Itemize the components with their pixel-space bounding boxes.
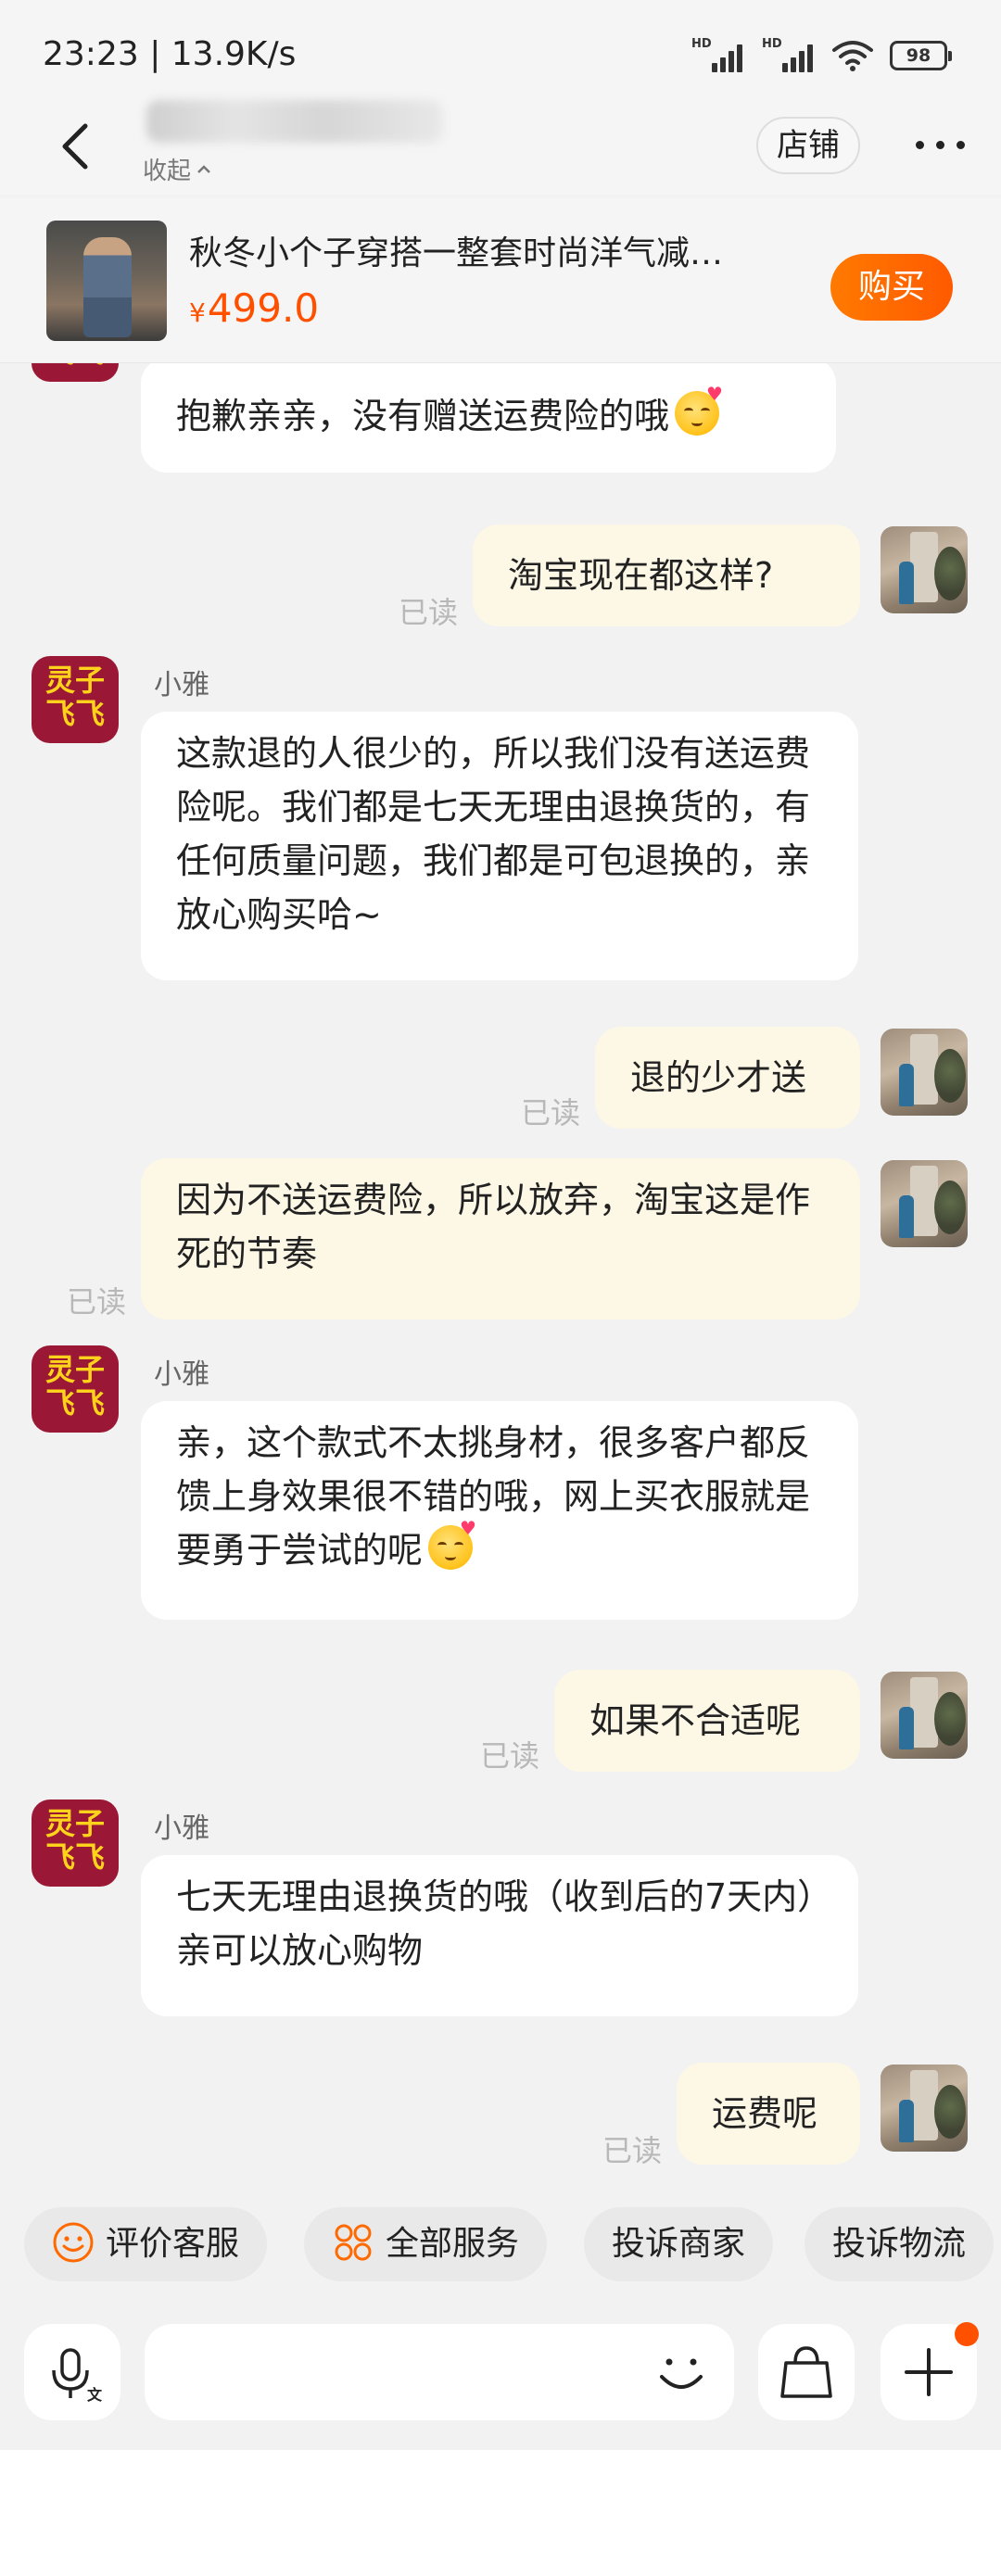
user-avatar[interactable]: [881, 526, 968, 613]
message-bubble[interactable]: 抱歉亲亲，没有赠送运费险的哦 ♥: [141, 363, 836, 473]
product-thumbnail[interactable]: [46, 221, 167, 341]
shopping-bag-icon: [780, 2346, 832, 2398]
price-value: 499.0: [207, 285, 320, 331]
battery-icon: 98: [890, 41, 952, 70]
message-bubble[interactable]: 亲，这个款式不太挑身材，很多客户都反馈上身效果很不错的哦，网上买衣服就是要勇于尝…: [141, 1401, 858, 1620]
hd-label: HD: [691, 37, 712, 51]
complain-seller-chip[interactable]: 投诉商家: [584, 2207, 774, 2281]
message-text: 淘宝现在都这样?: [508, 555, 774, 596]
bottom-safe-area: [0, 2450, 1001, 2576]
message-text: 退的少才送: [630, 1057, 807, 1098]
signal-icon-2: HD: [762, 37, 816, 72]
message-text: 抱歉亲亲，没有赠送运费险的哦: [176, 396, 670, 436]
chat-header: 收起 店铺: [0, 93, 1001, 195]
more-actions-button[interactable]: [881, 2322, 979, 2420]
shop-avatar[interactable]: 灵子 飞飞: [32, 656, 119, 743]
shop-avatar[interactable]: 灵子 飞飞: [32, 363, 119, 382]
all-services-chip[interactable]: 全部服务: [304, 2207, 548, 2281]
services-grid-icon: [335, 2224, 372, 2261]
buy-button[interactable]: 购买: [830, 254, 953, 321]
shop-name-blurred: [146, 100, 443, 143]
shopping-bag-button[interactable]: [758, 2324, 855, 2420]
sender-name: 小雅: [154, 669, 209, 701]
collapse-label: 收起: [143, 158, 192, 185]
message-text: 七天无理由退换货的哦（收到后的7天内）亲可以放心购物: [176, 1876, 816, 1971]
input-bar: 文: [0, 2305, 1001, 2450]
collapse-button[interactable]: 收起: [143, 152, 211, 186]
user-avatar[interactable]: [881, 1029, 968, 1116]
smiley-icon: [53, 2222, 94, 2263]
message-bubble[interactable]: 这款退的人很少的，所以我们没有送运费险呢。我们都是七天无理由退换货的，有任何质量…: [141, 712, 858, 980]
message-bubble[interactable]: 退的少才送: [595, 1027, 860, 1129]
hd-label-2: HD: [762, 37, 782, 51]
currency-symbol: ¥: [189, 297, 206, 328]
emoji-icon[interactable]: [649, 2340, 714, 2405]
message-text: 因为不送运费险，所以放弃，淘宝这是作死的节奏: [176, 1180, 811, 1274]
chip-label: 投诉商家: [612, 2225, 746, 2263]
read-status: 已读: [521, 1095, 581, 1130]
message-text: 这款退的人很少的，所以我们没有送运费险呢。我们都是七天无理由退换货的，有任何质量…: [176, 733, 811, 935]
user-avatar[interactable]: [881, 1672, 968, 1759]
message-text: 运费呢: [712, 2093, 818, 2134]
shop-avatar[interactable]: 灵子 飞飞: [32, 1345, 119, 1433]
chevron-up-icon: [197, 164, 210, 173]
rate-service-chip[interactable]: 评价客服: [24, 2207, 268, 2281]
clock: 23:23: [43, 35, 139, 73]
read-status: 已读: [399, 595, 459, 630]
smile-hearts-emoji-icon: ♥: [675, 385, 723, 436]
sender-name: 小雅: [154, 1358, 209, 1391]
product-card[interactable]: 秋冬小个子穿搭一整套时尚洋气减… ¥499.0 购买: [0, 198, 1001, 363]
notification-dot: [955, 2322, 979, 2346]
microphone-icon: 文: [52, 2348, 103, 2404]
message-bubble[interactable]: 如果不合适呢: [554, 1670, 860, 1772]
network-speed: 13.9K/s: [171, 35, 297, 73]
status-time: 23:23 | 13.9K/s: [43, 35, 297, 73]
smile-hearts-emoji-icon: ♥: [428, 1519, 476, 1570]
signal-icon: HD: [691, 37, 745, 72]
message-bubble[interactable]: 运费呢: [677, 2063, 860, 2165]
sender-name: 小雅: [154, 1812, 209, 1845]
complain-logistics-chip[interactable]: 投诉物流: [805, 2207, 995, 2281]
shop-avatar[interactable]: 灵子 飞飞: [32, 1799, 119, 1887]
message-text: 如果不合适呢: [589, 1700, 802, 1741]
product-price: ¥499.0: [189, 285, 319, 331]
status-icons: HD HD 98: [691, 37, 952, 74]
user-avatar[interactable]: [881, 2065, 968, 2152]
wifi-icon: [832, 41, 873, 71]
read-status: 已读: [480, 1738, 540, 1774]
message-input[interactable]: [145, 2324, 734, 2420]
product-title: 秋冬小个子穿搭一整套时尚洋气减…: [189, 234, 724, 272]
voice-input-button[interactable]: 文: [24, 2324, 120, 2420]
message-bubble[interactable]: 七天无理由退换货的哦（收到后的7天内）亲可以放心购物: [141, 1855, 858, 2016]
message-text: 亲，这个款式不太挑身材，很多客户都反馈上身效果很不错的哦，网上买衣服就是要勇于尝…: [176, 1422, 811, 1571]
message-bubble[interactable]: 因为不送运费险，所以放弃，淘宝这是作死的节奏: [141, 1158, 860, 1320]
svg-text:文: 文: [87, 2386, 103, 2404]
read-status: 已读: [602, 2133, 663, 2168]
message-bubble[interactable]: 淘宝现在都这样?: [473, 524, 860, 626]
more-options-icon[interactable]: [914, 133, 969, 156]
back-arrow-icon[interactable]: [54, 119, 100, 174]
store-button[interactable]: 店铺: [756, 117, 860, 174]
chat-area[interactable]: 灵子 飞飞 抱歉亲亲，没有赠送运费险的哦♥ 已读 淘宝现在都这样? 灵子 飞飞 …: [0, 363, 1001, 2179]
quick-actions-bar: 评价客服 全部服务 投诉商家 投诉物流: [0, 2179, 1001, 2305]
chip-label: 评价客服: [106, 2225, 240, 2263]
user-avatar[interactable]: [881, 1160, 968, 1247]
chip-label: 投诉物流: [832, 2225, 967, 2263]
chip-label: 全部服务: [386, 2225, 520, 2263]
read-status: 已读: [67, 1284, 127, 1320]
